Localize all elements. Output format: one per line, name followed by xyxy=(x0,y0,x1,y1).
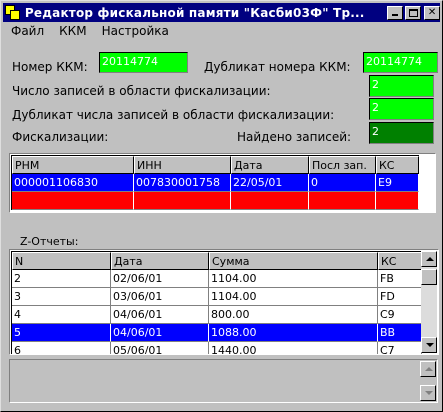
zreports-scrollbar[interactable] xyxy=(421,251,437,353)
found-records-label: Найдено записей: xyxy=(237,130,352,144)
column-header-rnm[interactable]: РНМ xyxy=(12,156,134,174)
column-header-last-record[interactable]: Посл зап. xyxy=(309,156,376,174)
cell-date: 22/05/01 xyxy=(231,174,309,192)
cell-rnm xyxy=(12,192,134,210)
fiscalization-label: Фискализации: xyxy=(12,130,109,144)
cell-date: 03/06/01 xyxy=(111,288,209,306)
arrow-up-icon xyxy=(426,257,434,261)
maximize-icon xyxy=(409,8,419,17)
table-row[interactable]: 2 02/06/01 1104.00 FB xyxy=(12,270,422,288)
fiscal-table-header: РНМ ИНН Дата Посл зап. КС xyxy=(12,156,419,174)
cell-date: 04/06/01 xyxy=(111,324,209,342)
zreports-table-body: N Дата Сумма КС 2 02/06/01 1104.00 FB 3 03/06… xyxy=(11,251,422,354)
minimize-button[interactable] xyxy=(387,5,404,20)
arrow-down-icon xyxy=(425,391,433,395)
table-row[interactable]: 3 03/06/01 1104.00 FD xyxy=(12,288,422,306)
cell-sum: 800.00 xyxy=(209,306,378,324)
column-header-n[interactable]: N xyxy=(12,252,111,270)
column-header-sum[interactable]: Сумма xyxy=(209,252,378,270)
menu-bar: Файл ККМ Настройка xyxy=(3,22,176,40)
zreports-table[interactable]: N Дата Сумма КС 2 02/06/01 1104.00 FB 3 03/06… xyxy=(9,249,439,355)
column-header-date[interactable]: Дата xyxy=(111,252,209,270)
kkm-duplicate-field[interactable]: 20114774 xyxy=(363,52,438,73)
cell-sum: 1440.00 xyxy=(209,342,378,354)
cell-n: 2 xyxy=(12,270,111,288)
column-header-date[interactable]: Дата xyxy=(231,156,309,174)
cell-date xyxy=(231,192,309,210)
records-duplicate-label: Дубликат числа записей в области фискали… xyxy=(12,108,335,122)
cell-last-record: 0 xyxy=(309,174,376,192)
memo-scroll-up-button[interactable] xyxy=(420,361,436,377)
cell-cs: FB xyxy=(378,270,422,288)
records-count-label: Число записей в области фискализации: xyxy=(12,84,271,98)
maximize-button[interactable] xyxy=(405,5,422,20)
arrow-down-icon xyxy=(426,343,434,347)
cell-cs: C9 xyxy=(378,306,422,324)
app-window: Редактор фискальной памяти "Касби03Ф" Тр… xyxy=(0,0,443,412)
close-button[interactable]: ✕ xyxy=(424,5,441,20)
menu-file[interactable]: Файл xyxy=(3,24,51,38)
kkm-duplicate-label: Дубликат номера ККМ: xyxy=(204,60,351,74)
scroll-up-button[interactable] xyxy=(421,251,437,267)
column-header-inn[interactable]: ИНН xyxy=(134,156,231,174)
cell-sum: 1104.00 xyxy=(209,288,378,306)
cell-inn xyxy=(134,192,231,210)
cell-cs: FD xyxy=(378,288,422,306)
table-row[interactable] xyxy=(12,192,419,210)
cell-last-record xyxy=(309,192,376,210)
zreports-label: Z-Отчеты: xyxy=(20,235,79,248)
cell-cs: BB xyxy=(378,324,422,342)
window-title: Редактор фискальной памяти "Касби03Ф" Тр… xyxy=(24,5,365,20)
cell-cs xyxy=(376,192,419,210)
scroll-down-button[interactable] xyxy=(421,337,437,353)
menu-kkm[interactable]: ККМ xyxy=(51,24,93,38)
table-row[interactable]: 000001106830 007830001758 22/05/01 0 E9 xyxy=(12,174,419,192)
menu-settings[interactable]: Настройка xyxy=(94,24,176,38)
memo-scroll-down-button[interactable] xyxy=(420,385,436,401)
fiscal-table[interactable]: РНМ ИНН Дата Посл зап. КС 000001106830 0… xyxy=(9,153,436,213)
memo-scrollbar[interactable] xyxy=(420,361,436,401)
zreports-table-header: N Дата Сумма КС xyxy=(12,252,422,270)
table-row[interactable]: 6 05/06/01 1440.00 C7 xyxy=(12,342,422,354)
cell-cs: E9 xyxy=(376,174,419,192)
cell-rnm: 000001106830 xyxy=(12,174,134,192)
zreports-rows: 2 02/06/01 1104.00 FB 3 03/06/01 1104.00 FD 4 04/… xyxy=(12,270,422,354)
table-row[interactable]: 4 04/06/01 800.00 C9 xyxy=(12,306,422,324)
cell-date: 04/06/01 xyxy=(111,306,209,324)
cell-n: 5 xyxy=(12,324,111,342)
cell-inn: 007830001758 xyxy=(134,174,231,192)
memo-area[interactable] xyxy=(9,359,438,403)
records-count-field[interactable]: 2 xyxy=(369,75,434,97)
minimize-icon xyxy=(392,13,399,16)
found-records-field[interactable]: 2 xyxy=(369,122,434,144)
table-row[interactable]: 5 04/06/01 1088.00 BB xyxy=(12,324,422,342)
cell-cs: C7 xyxy=(378,342,422,354)
column-header-cs[interactable]: КС xyxy=(378,252,422,270)
cell-sum: 1088.00 xyxy=(209,324,378,342)
kkm-number-field[interactable]: 20114774 xyxy=(99,52,188,73)
cell-date: 02/06/01 xyxy=(111,270,209,288)
kkm-number-label: Номер ККМ: xyxy=(12,60,88,74)
app-icon[interactable] xyxy=(5,4,21,21)
cell-n: 4 xyxy=(12,306,111,324)
cell-date: 05/06/01 xyxy=(111,342,209,354)
cell-n: 3 xyxy=(12,288,111,306)
arrow-up-icon xyxy=(425,367,433,371)
fiscal-table-body: РНМ ИНН Дата Посл зап. КС 000001106830 0… xyxy=(11,155,419,210)
cell-n: 6 xyxy=(12,342,111,354)
cell-sum: 1104.00 xyxy=(209,270,378,288)
close-icon: ✕ xyxy=(427,6,437,18)
title-bar[interactable]: Редактор фискальной памяти "Касби03Ф" Тр… xyxy=(3,3,441,22)
records-duplicate-field[interactable]: 2 xyxy=(369,98,434,120)
column-header-cs[interactable]: КС xyxy=(376,156,419,174)
scroll-thumb[interactable] xyxy=(421,269,437,285)
